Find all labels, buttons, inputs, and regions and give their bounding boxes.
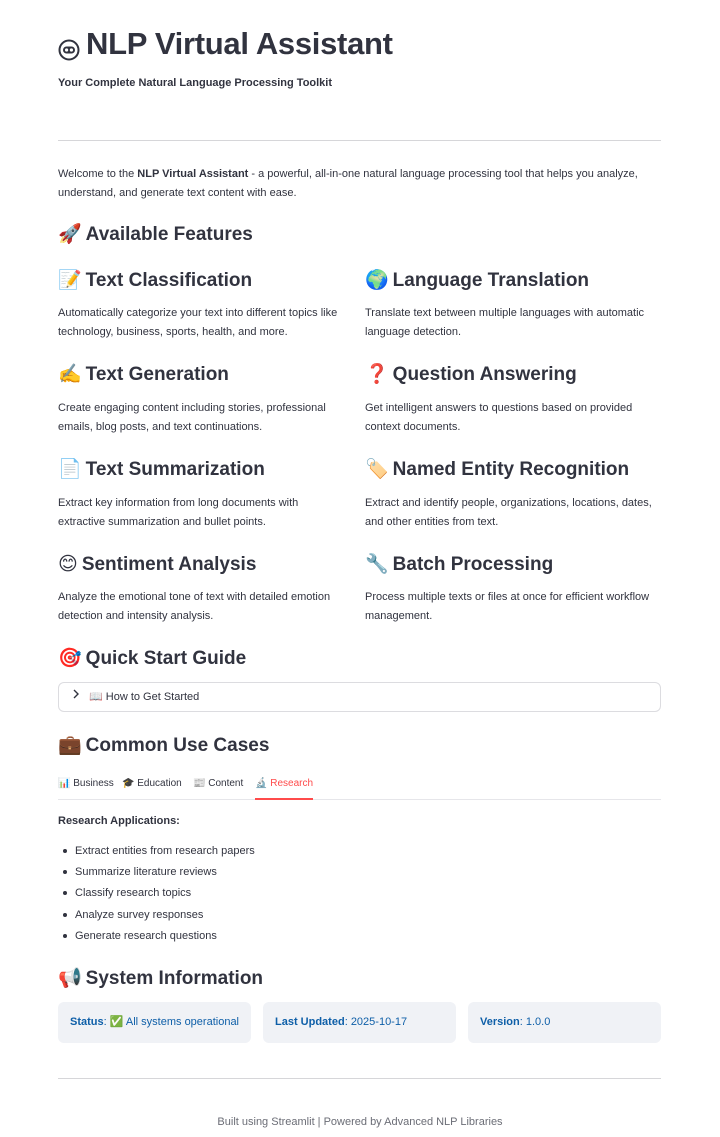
quick-start-heading: 🎯 Quick Start Guide [58,645,246,671]
version-label: Version [480,1016,520,1028]
divider [58,1078,661,1079]
expander-label: 📖 How to Get Started [89,691,200,703]
list-item: Generate research questions [63,926,255,947]
robot-icon [58,33,80,61]
feature-desc-line: management. [365,609,433,622]
tab-content[interactable]: 📰 Content [193,776,243,798]
how-to-get-started-expander[interactable]: 📖 How to Get Started [58,682,661,712]
feature-desc: Process multiple texts or files at once … [365,588,661,625]
feature-desc: Analyze the emotional tone of text with … [58,588,348,625]
feature-desc-line: Process multiple texts or files at once … [365,591,650,603]
features-heading: 🚀 Available Features [58,221,253,247]
system-info-heading: 📢 System Information [58,965,263,991]
feature-title-text-generation: ✍️ Text Generation [58,361,229,387]
feature-title: Question Answering [392,364,577,385]
feature-desc: Extract and identify people, organizatio… [365,494,661,531]
version-value: 1.0.0 [525,1016,551,1028]
feature-title: Language Translation [392,270,590,291]
status-card: Status: ✅ All systems operational [58,1002,251,1043]
feature-desc: Create engaging content including storie… [58,399,348,436]
feature-title-question-answering: ❓ Question Answering [365,361,577,387]
feature-title: Text Classification [85,270,253,291]
feature-desc: Translate text between multiple language… [365,304,661,341]
research-applications-title: Research Applications: [58,815,180,827]
system-info-heading-text: System Information [85,968,264,989]
tab-research[interactable]: 🔬 Research [255,776,314,800]
smiley-icon: 😊 [58,553,78,575]
use-cases-heading: 💼 Common Use Cases [58,732,269,758]
feature-desc-line: Analyze the emotional tone of text with … [58,591,331,603]
writing-hand-icon: ✍️ [58,363,82,385]
status-label: Status [70,1016,104,1028]
feature-title: Batch Processing [392,554,554,575]
feature-desc-line: detection and intensity analysis. [58,609,214,622]
target-icon: 🎯 [58,647,82,669]
intro-bold: NLP Virtual Assistant [137,168,249,180]
label-icon: 🏷️ [365,458,389,480]
feature-desc: Extract key information from long docume… [58,494,348,531]
feature-desc-line: and other entities from text. [365,515,499,528]
research-list: Extract entities from research papers Su… [63,841,255,947]
feature-title-named-entity-recognition: 🏷️ Named Entity Recognition [365,456,629,482]
intro-line2: understand, and generate text content wi… [58,186,297,199]
feature-title-batch-processing: 🔧 Batch Processing [365,551,553,577]
status-value: ✅ All systems operational [109,1016,239,1028]
intro-prefix: Welcome to the [58,168,138,180]
feature-desc-line: Get intelligent answers to questions bas… [365,402,633,414]
feature-desc-line: Translate text between multiple language… [365,307,645,319]
question-mark-icon: ❓ [365,363,389,385]
feature-desc-line: context documents. [365,420,461,433]
feature-title: Text Summarization [85,459,265,480]
last-updated-label: Last Updated [275,1016,345,1028]
feature-title-text-classification: 📝 Text Classification [58,267,252,293]
page-title: NLP Virtual Assistant [58,22,393,66]
list-item: Extract entities from research papers [63,841,255,862]
page-subtitle: Your Complete Natural Language Processin… [58,77,333,89]
feature-title-sentiment-analysis: 😊 Sentiment Analysis [58,551,256,577]
footer-text: Built using Streamlit | Powered by Advan… [217,1116,503,1128]
feature-title: Named Entity Recognition [392,459,630,480]
page-title-text: NLP Virtual Assistant [86,26,393,61]
feature-title-language-translation: 🌍 Language Translation [365,267,589,293]
intro-text: Welcome to the NLP Virtual Assistant - a… [58,165,661,202]
feature-title-text-summarization: 📄 Text Summarization [58,456,265,482]
feature-title: Text Generation [85,364,229,385]
last-updated-value: 2025-10-17 [350,1016,408,1028]
feature-desc-line: Extract key information from long docume… [58,497,299,509]
tab-business[interactable]: 📊 Business [58,776,114,798]
wrench-icon: 🔧 [365,553,389,575]
chevron-right-icon [72,689,80,702]
use-cases-heading-text: Common Use Cases [85,735,270,756]
intro-line1: - a powerful, all-in-one natural languag… [248,168,638,180]
megaphone-icon: 📢 [58,967,82,989]
divider [58,140,661,141]
list-item: Summarize literature reviews [63,862,255,883]
feature-desc-line: Extract and identify people, organizatio… [365,497,652,509]
list-item: Analyze survey responses [63,905,255,926]
feature-desc: Automatically categorize your text into … [58,304,348,341]
globe-icon: 🌍 [365,269,389,291]
quick-start-heading-text: Quick Start Guide [85,648,247,669]
tab-education[interactable]: 🎓 Education [122,776,182,798]
use-case-tabs: 📊 Business 🎓 Education 📰 Content 🔬 Resea… [58,774,661,800]
version-card: Version: 1.0.0 [468,1002,661,1043]
feature-desc-line: Create engaging content including storie… [58,402,326,414]
page-icon: 📄 [58,458,82,480]
feature-desc: Get intelligent answers to questions bas… [365,399,661,436]
last-updated-card: Last Updated: 2025-10-17 [263,1002,456,1043]
feature-desc-line: Automatically categorize your text into … [58,307,338,319]
feature-desc-line: emails, blog posts, and text continuatio… [58,420,263,433]
feature-title: Sentiment Analysis [81,554,257,575]
feature-desc-line: extractive summarization and bullet poin… [58,515,266,528]
features-heading-text: Available Features [85,224,253,245]
rocket-icon: 🚀 [58,223,82,245]
memo-icon: 📝 [58,269,82,291]
briefcase-icon: 💼 [58,734,82,756]
feature-desc-line: technology, business, sports, health, an… [58,325,288,338]
feature-desc-line: language detection. [365,325,462,338]
list-item: Classify research topics [63,883,255,904]
